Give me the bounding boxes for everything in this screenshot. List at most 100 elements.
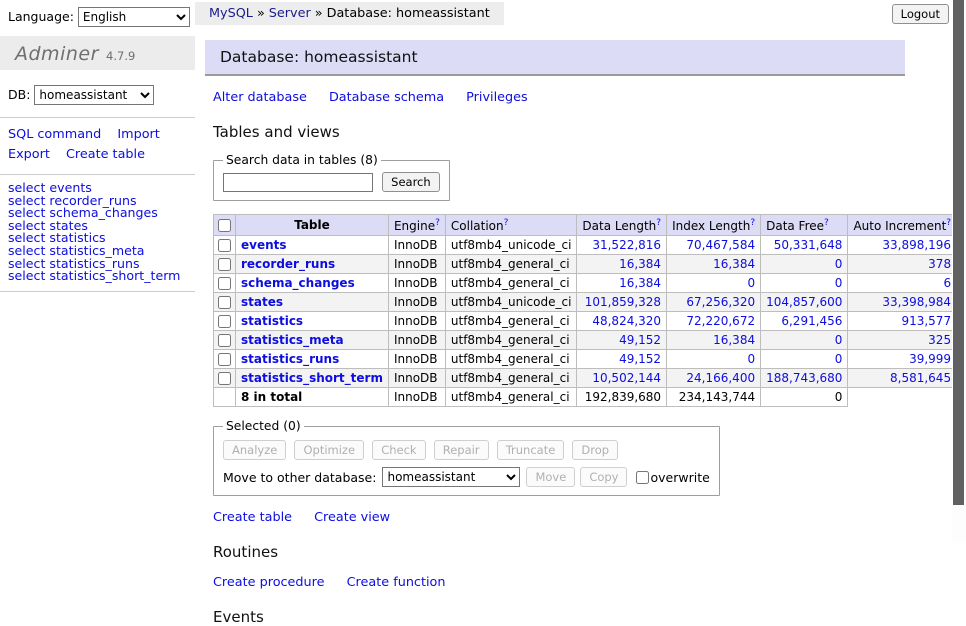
index-length-cell-link[interactable]: 24,166,400	[686, 371, 755, 385]
select-all-checkbox[interactable]	[218, 219, 231, 232]
row-checkbox[interactable]	[218, 353, 231, 366]
table-name-link[interactable]: states	[241, 295, 283, 309]
index-length-cell-link[interactable]: 67,256,320	[686, 295, 755, 309]
table-row-statistics-runs: statistics_runsInnoDButf8mb4_general_ci4…	[214, 350, 966, 369]
table-name-cell: events	[236, 236, 389, 255]
index-length-cell-link[interactable]: 0	[747, 352, 755, 366]
sql-command-link[interactable]: SQL command	[8, 127, 101, 142]
help-link[interactable]: ?	[656, 218, 661, 228]
scrollbar-track[interactable]	[952, 0, 966, 543]
create-function-link[interactable]: Create function	[347, 575, 446, 590]
data-free-cell-link[interactable]: 0	[835, 276, 843, 290]
selected-action-buttons: Analyze Optimize Check Repair Truncate D…	[223, 440, 710, 460]
privileges-link[interactable]: Privileges	[466, 90, 528, 105]
data-free-cell-link[interactable]: 0	[835, 333, 843, 347]
export-link[interactable]: Export	[8, 147, 50, 162]
auto-increment-cell-link[interactable]: 378	[928, 257, 951, 271]
index-length-cell-link[interactable]: 72,220,672	[686, 314, 755, 328]
index-length-cell-link[interactable]: 16,384	[713, 257, 755, 271]
help-link[interactable]: ?	[824, 218, 829, 228]
row-checkbox[interactable]	[218, 296, 231, 309]
data-length-cell-link[interactable]: 16,384	[619, 257, 661, 271]
move-database-select[interactable]: homeassistant	[382, 467, 520, 487]
index-length-cell-link[interactable]: 0	[747, 276, 755, 290]
index-length-cell: 67,256,320	[667, 293, 761, 312]
help-sup: ?	[656, 217, 661, 228]
total-data-free-cell: 0	[761, 388, 848, 407]
help-sup: ?	[824, 217, 829, 228]
database-schema-link[interactable]: Database schema	[329, 90, 444, 105]
sidebar-table-list: select events select recorder_runs selec…	[8, 182, 187, 283]
select-all-cell	[214, 215, 236, 236]
column-header-label: Data Free	[766, 219, 824, 233]
table-name-link[interactable]: recorder_runs	[241, 257, 335, 271]
data-length-cell: 16,384	[577, 274, 667, 293]
index-length-cell-link[interactable]: 16,384	[713, 333, 755, 347]
row-checkbox[interactable]	[218, 334, 231, 347]
data-length-cell-link[interactable]: 49,152	[619, 333, 661, 347]
data-length-cell-link[interactable]: 16,384	[619, 276, 661, 290]
table-name-cell: statistics_runs	[236, 350, 389, 369]
auto-increment-cell-link[interactable]: 8,581,645	[890, 371, 951, 385]
row-checkbox-cell	[214, 236, 236, 255]
data-free-cell-link[interactable]: 0	[835, 352, 843, 366]
table-name-link[interactable]: statistics_runs	[241, 352, 339, 366]
column-header-index-length: Index Length?	[667, 215, 761, 236]
language-select[interactable]: English	[78, 7, 190, 27]
repair-button: Repair	[434, 440, 489, 460]
table-name-link[interactable]: statistics_meta	[241, 333, 344, 347]
collation-cell: utf8mb4_general_ci	[445, 312, 577, 331]
row-checkbox[interactable]	[218, 239, 231, 252]
auto-increment-cell-link[interactable]: 33,898,196	[882, 238, 951, 252]
data-length-cell-link[interactable]: 10,502,144	[592, 371, 661, 385]
auto-increment-cell-link[interactable]: 39,999	[909, 352, 951, 366]
data-free-cell-link[interactable]: 6,291,456	[781, 314, 842, 328]
scrollbar-thumb[interactable]	[953, 0, 964, 505]
data-length-cell-link[interactable]: 101,859,328	[585, 295, 661, 309]
help-link[interactable]: ?	[504, 218, 509, 228]
row-checkbox[interactable]	[218, 277, 231, 290]
engine-cell: InnoDB	[388, 255, 445, 274]
row-checkbox[interactable]	[218, 372, 231, 385]
data-free-cell-link[interactable]: 50,331,648	[774, 238, 843, 252]
row-checkbox[interactable]	[218, 315, 231, 328]
overwrite-checkbox[interactable]	[636, 471, 649, 484]
help-link[interactable]: ?	[750, 218, 755, 228]
data-length-cell-link[interactable]: 31,522,816	[592, 238, 661, 252]
row-checkbox-cell	[214, 293, 236, 312]
auto-increment-cell: 33,898,196	[848, 236, 957, 255]
help-link[interactable]: ?	[946, 218, 951, 228]
table-name-link[interactable]: statistics	[241, 314, 303, 328]
sidebar-divider	[0, 291, 195, 292]
search-button[interactable]: Search	[382, 172, 440, 192]
data-length-cell-link[interactable]: 49,152	[619, 352, 661, 366]
data-free-cell: 0	[761, 331, 848, 350]
index-length-cell-link[interactable]: 70,467,584	[686, 238, 755, 252]
create-procedure-link[interactable]: Create procedure	[213, 575, 325, 590]
create-table-link-sidebar[interactable]: Create table	[66, 147, 145, 162]
auto-increment-cell-link[interactable]: 325	[928, 333, 951, 347]
create-view-link[interactable]: Create view	[314, 510, 390, 525]
data-free-cell-link[interactable]: 188,743,680	[766, 371, 842, 385]
search-input[interactable]	[223, 173, 373, 192]
help-link[interactable]: ?	[435, 218, 440, 228]
column-header-auto-increment: Auto Increment?	[848, 215, 957, 236]
table-name-link[interactable]: events	[241, 238, 287, 252]
db-select[interactable]: homeassistant	[34, 85, 154, 105]
data-free-cell-link[interactable]: 104,857,600	[766, 295, 842, 309]
column-header-data-free: Data Free?	[761, 215, 848, 236]
data-free-cell-link[interactable]: 0	[835, 257, 843, 271]
auto-increment-cell-link[interactable]: 6	[943, 276, 951, 290]
import-link[interactable]: Import	[117, 127, 159, 142]
auto-increment-cell: 33,398,984	[848, 293, 957, 312]
create-table-link[interactable]: Create table	[213, 510, 292, 525]
sidebar-item-select-statistics-short-term[interactable]: select statistics_short_term	[8, 270, 187, 283]
table-name-link[interactable]: statistics_short_term	[241, 371, 383, 385]
data-length-cell-link[interactable]: 48,824,320	[592, 314, 661, 328]
alter-database-link[interactable]: Alter database	[213, 90, 307, 105]
auto-increment-cell-link[interactable]: 913,577	[901, 314, 951, 328]
table-name-link[interactable]: schema_changes	[241, 276, 355, 290]
row-checkbox[interactable]	[218, 258, 231, 271]
auto-increment-cell-link[interactable]: 33,398,984	[882, 295, 951, 309]
row-checkbox-cell	[214, 312, 236, 331]
